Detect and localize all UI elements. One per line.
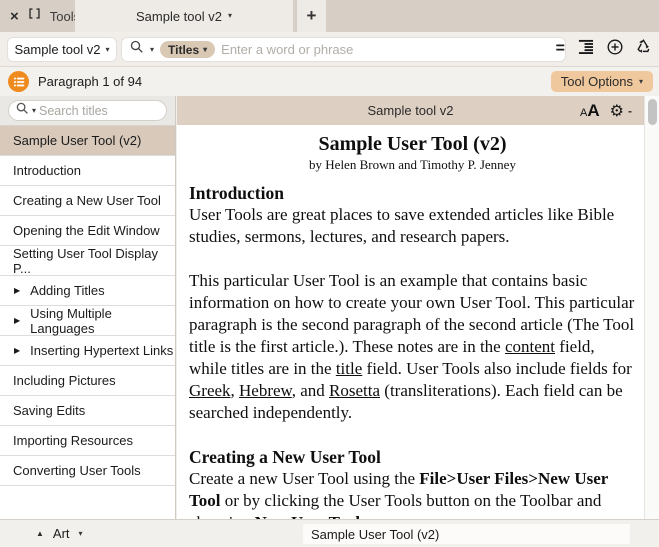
chevron-down-icon: ▾ (32, 107, 36, 115)
new-tab-button[interactable]: + (297, 0, 326, 32)
toolbar: Sample tool v2 ▾ ▾ Titles ▾ Enter a word… (0, 32, 659, 66)
font-size-button[interactable]: A A (580, 101, 600, 121)
tab-zone-controls: × Tools (10, 0, 80, 32)
search-icon (16, 102, 29, 120)
sidebar-item-including-pictures[interactable]: Including Pictures (0, 366, 175, 396)
titles-sidebar: ▾ Search titles Sample User Tool (v2) In… (0, 96, 176, 519)
sidebar-item-setting-display[interactable]: Setting User Tool Display P... (0, 246, 175, 276)
amplify-recycle-icon[interactable] (636, 39, 651, 59)
vertical-scrollbar[interactable] (644, 96, 659, 519)
sidebar-item-importing-resources[interactable]: Importing Resources (0, 426, 175, 456)
tool-options-label: Tool Options (561, 74, 633, 89)
sidebar-item-label: Creating a New User Tool (13, 193, 161, 208)
add-circle-icon[interactable] (607, 39, 623, 60)
article-byline: by Helen Brown and Timothy P. Jenney (189, 156, 636, 173)
search-titles-placeholder: Search titles (39, 104, 108, 118)
sidebar-item-opening-edit-window[interactable]: Opening the Edit Window (0, 216, 175, 246)
sidebar-item-introduction[interactable]: Introduction (0, 156, 175, 186)
toolbar-right-icons: = (556, 32, 651, 66)
chevron-down-icon: ▾ (203, 46, 207, 54)
search-input[interactable]: Enter a word or phrase (221, 42, 353, 57)
sidebar-item-inserting-hypertext-links[interactable]: ▶ Inserting Hypertext Links (0, 336, 175, 366)
sidebar-item-saving-edits[interactable]: Saving Edits (0, 396, 175, 426)
sidebar-item-label: Importing Resources (13, 433, 133, 448)
chevron-down-icon: ▾ (105, 46, 109, 54)
tab-title: Sample tool v2 (136, 9, 222, 24)
chevron-down-icon[interactable]: ▾ (150, 46, 154, 54)
sidebar-item-label: Saving Edits (13, 403, 85, 418)
plus-icon: + (307, 6, 317, 26)
font-size-large-a: A (587, 101, 599, 121)
disclosure-triangle-icon[interactable]: ▶ (14, 316, 20, 325)
sidebar-item-label: Introduction (13, 163, 81, 178)
sidebar-item-creating-new-user-tool[interactable]: Creating a New User Tool (0, 186, 175, 216)
chevron-down-icon: ▾ (228, 12, 232, 20)
sidebar-item-converting-user-tools[interactable]: Converting User Tools (0, 456, 175, 486)
article-paragraph: Create a new User Tool using the File>Us… (189, 468, 636, 519)
gear-icon: ⚙ (610, 103, 624, 119)
pane-controls: A A ⚙ - (580, 96, 632, 125)
art-zone-selector[interactable]: ▲ Art ▾ (36, 520, 83, 547)
sidebar-item-using-multiple-languages[interactable]: ▶ Using Multiple Languages (0, 306, 175, 336)
context-lines-icon[interactable] (577, 39, 594, 59)
disclosure-triangle-icon[interactable]: ▶ (14, 286, 20, 295)
gear-menu-indicator: - (628, 104, 632, 118)
sidebar-item-label: Sample User Tool (v2) (13, 133, 141, 148)
scrollbar-thumb[interactable] (648, 99, 657, 125)
sidebar-item-label: Adding Titles (30, 283, 104, 298)
disclosure-triangle-icon[interactable]: ▶ (14, 346, 20, 355)
content-pane: Sample tool v2 A A ⚙ - Sample User Tool … (177, 96, 659, 519)
section-heading-introduction: Introduction (189, 182, 636, 204)
paragraph-position: Paragraph 1 of 94 (38, 67, 142, 96)
search-scope-label: Titles (168, 43, 199, 57)
art-zone-label: Art (53, 526, 70, 541)
sidebar-title-list: Sample User Tool (v2) Introduction Creat… (0, 126, 175, 486)
settings-button[interactable]: ⚙ - (610, 103, 632, 119)
tab-sample-tool-v2[interactable]: Sample tool v2 ▾ (75, 0, 293, 32)
pane-title: Sample tool v2 (177, 96, 644, 125)
sidebar-item-label: Opening the Edit Window (13, 223, 160, 238)
tool-selector-label: Sample tool v2 (14, 42, 100, 57)
sidebar-search-area: ▾ Search titles (0, 96, 175, 126)
pane-header: Sample tool v2 A A ⚙ - (177, 96, 644, 125)
article-title: Sample User Tool (v2) (189, 132, 636, 156)
triangle-up-icon[interactable]: ▲ (36, 529, 44, 538)
paragraph-bar: Paragraph 1 of 94 Tool Options ▾ (0, 66, 659, 96)
search-titles-input[interactable]: ▾ Search titles (8, 100, 167, 121)
bottom-bar: ▲ Art ▾ Sample User Tool (v2) (0, 519, 659, 547)
close-icon[interactable]: × (10, 9, 19, 24)
font-size-small-a: A (580, 107, 587, 119)
sidebar-item-label: Including Pictures (13, 373, 116, 388)
sidebar-item-label: Setting User Tool Display P... (13, 246, 175, 276)
tool-options-button[interactable]: Tool Options ▾ (551, 71, 653, 92)
current-title-value: Sample User Tool (v2) (311, 527, 439, 542)
sidebar-item-adding-titles[interactable]: ▶ Adding Titles (0, 276, 175, 306)
sidebar-item-label: Converting User Tools (13, 463, 141, 478)
current-title-field[interactable]: Sample User Tool (v2) (303, 524, 630, 544)
details-icon[interactable]: = (556, 40, 564, 58)
article-paragraph: User Tools are great places to save exte… (189, 204, 636, 248)
chevron-down-icon[interactable]: ▾ (79, 530, 83, 538)
sidebar-item-label: Inserting Hypertext Links (30, 343, 173, 358)
chevron-down-icon: ▾ (639, 78, 643, 86)
expand-icon[interactable] (28, 7, 41, 25)
tool-selector-button[interactable]: Sample tool v2 ▾ (8, 38, 116, 61)
search-field[interactable]: ▾ Titles ▾ Enter a word or phrase (122, 38, 565, 61)
article-body: Sample User Tool (v2) by Helen Brown and… (177, 125, 644, 519)
search-icon[interactable] (130, 40, 144, 59)
article-paragraph: This particular User Tool is an example … (189, 270, 636, 424)
sidebar-item-label: Using Multiple Languages (30, 306, 175, 336)
section-heading-creating-new-user-tool: Creating a New User Tool (189, 446, 636, 468)
sidebar-item-sample-user-tool[interactable]: Sample User Tool (v2) (0, 126, 175, 156)
tab-bar: × Tools Sample tool v2 ▾ + (0, 0, 659, 32)
search-scope-pill[interactable]: Titles ▾ (160, 41, 215, 58)
paragraph-list-icon[interactable] (8, 71, 29, 92)
